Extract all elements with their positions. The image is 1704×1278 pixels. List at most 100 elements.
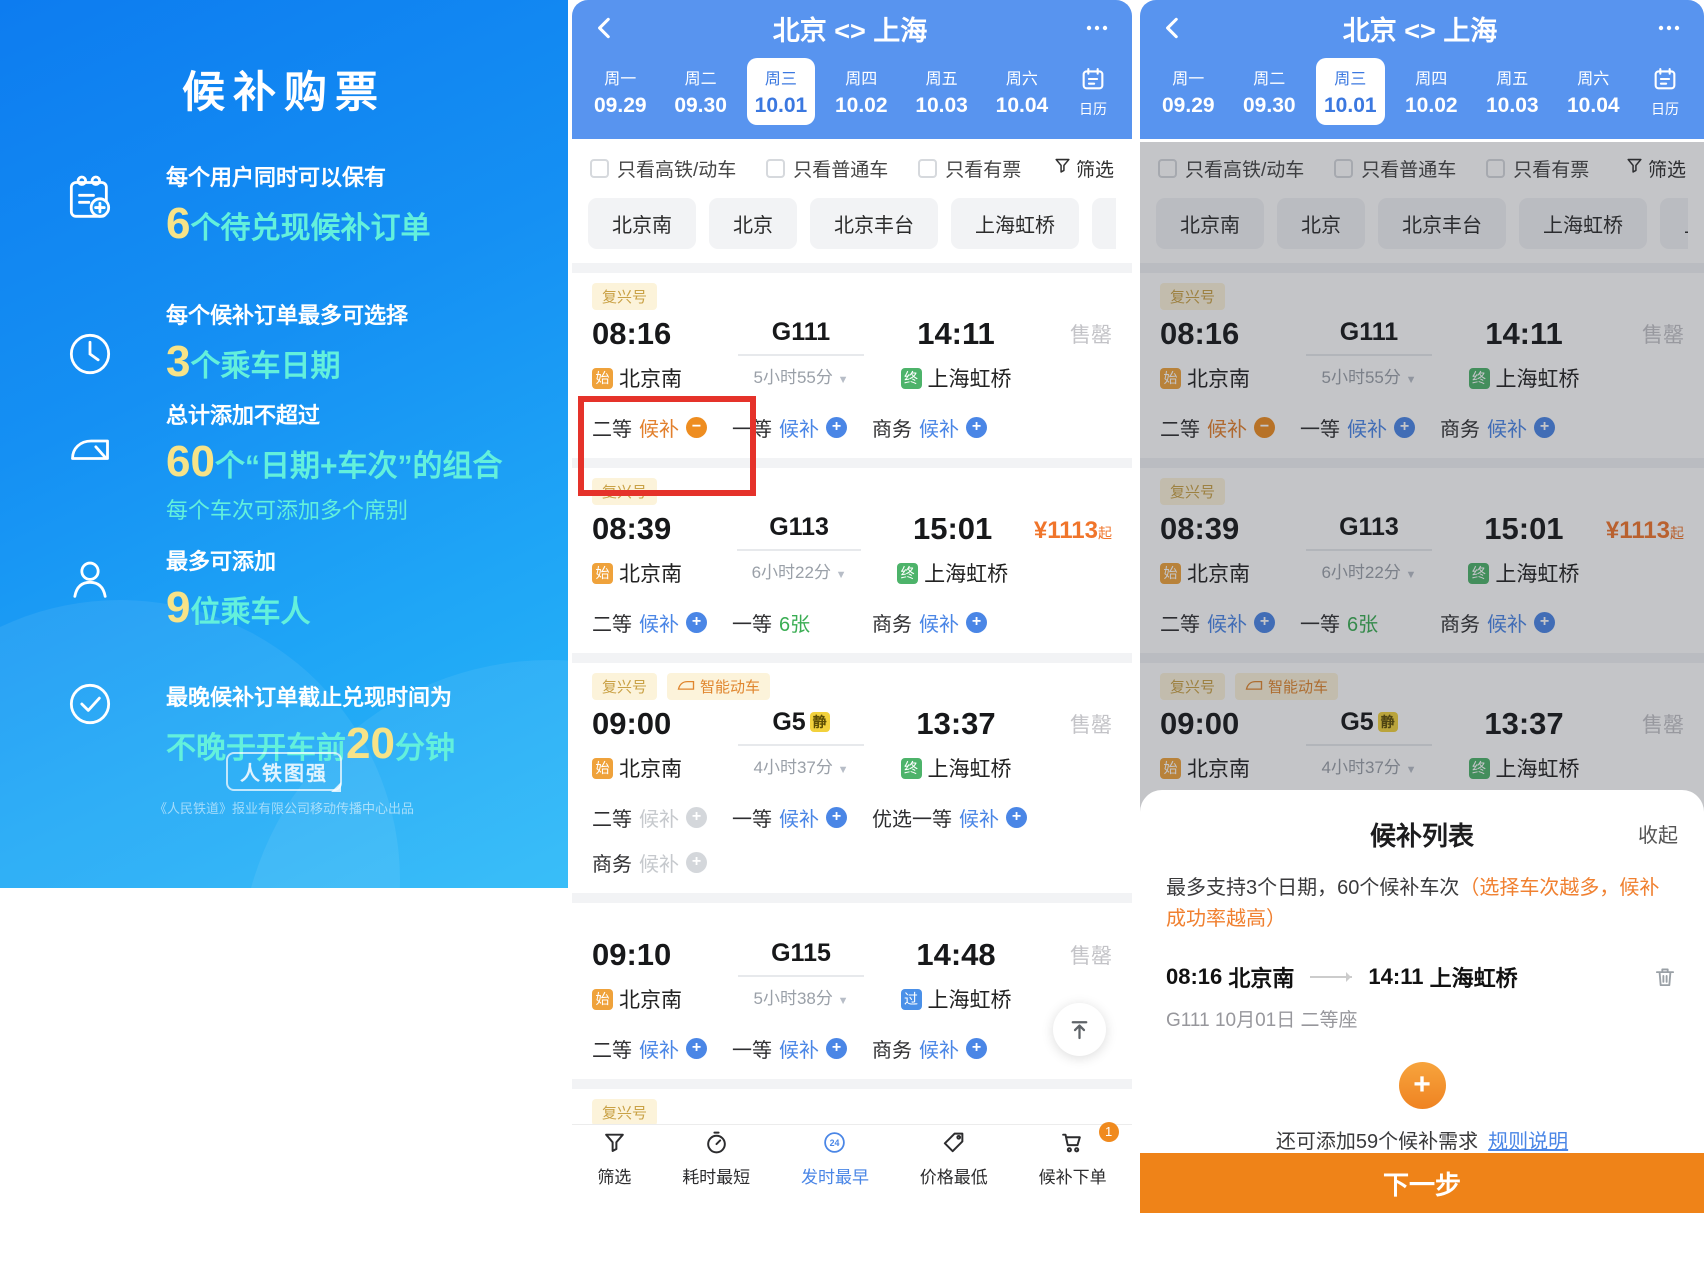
plus-circle-icon[interactable]: + bbox=[686, 807, 707, 828]
plus-circle-icon[interactable]: + bbox=[686, 852, 707, 873]
train-row-card[interactable]: 复兴号智能动车09:00始北京南G5静4小时37分 ▼13:37终上海虹桥售罄二… bbox=[572, 663, 1132, 893]
date-tab[interactable]: 周六10.04 bbox=[988, 58, 1057, 125]
delete-entry-button[interactable] bbox=[1652, 964, 1678, 990]
departure-time: 08:16 bbox=[592, 314, 728, 354]
plus-circle-icon[interactable]: + bbox=[826, 807, 847, 828]
date-tab[interactable]: 周二09.30 bbox=[666, 58, 735, 125]
filter-checkbox[interactable] bbox=[590, 159, 609, 178]
seat-waitlist-toggle[interactable]: 二等候补− bbox=[592, 413, 732, 442]
seat-waitlist-toggle[interactable]: 一等候补+ bbox=[732, 1034, 872, 1063]
seat-waitlist-toggle[interactable]: 一等候补+ bbox=[732, 803, 872, 832]
station-chip[interactable]: 北京丰台 bbox=[810, 198, 938, 249]
train-code-wrap: G115 bbox=[738, 935, 864, 977]
arrival-time: 13:37 bbox=[874, 704, 1038, 744]
arrival-time: 14:48 bbox=[874, 935, 1038, 975]
more-menu-button[interactable] bbox=[1082, 15, 1112, 41]
calendar-icon[interactable] bbox=[1079, 80, 1107, 97]
seat-waitlist-toggle[interactable]: 商务候补+ bbox=[872, 608, 1012, 637]
waitlist-entry-row[interactable]: 08:16 北京南 14:11 上海虹桥 bbox=[1166, 961, 1678, 993]
duration-dropdown[interactable]: 5小时38分 ▼ bbox=[728, 984, 874, 1009]
price-tag-icon bbox=[941, 1130, 966, 1160]
date-dow: 周六 bbox=[1567, 65, 1620, 89]
plus-circle-icon[interactable]: + bbox=[966, 1038, 987, 1059]
date-tab[interactable]: 周六10.04 bbox=[1559, 58, 1628, 125]
plus-circle-icon[interactable]: + bbox=[686, 612, 707, 633]
date-tab[interactable]: 周四10.02 bbox=[1397, 58, 1466, 125]
plus-circle-icon[interactable]: + bbox=[826, 417, 847, 438]
person-icon bbox=[62, 552, 118, 608]
date-tab[interactable]: 周二09.30 bbox=[1235, 58, 1304, 125]
departure-column: 08:16始北京南 bbox=[592, 314, 728, 393]
tab-发时最早[interactable]: 24发时最早 bbox=[801, 1130, 869, 1188]
date-tab[interactable]: 周一09.29 bbox=[586, 58, 655, 125]
filter-checkbox[interactable] bbox=[918, 159, 937, 178]
tab-耗时最短[interactable]: 耗时最短 bbox=[682, 1130, 750, 1188]
duration-dropdown[interactable]: 4小时37分 ▼ bbox=[728, 753, 874, 778]
train-row-card[interactable]: 09:10始北京南G1155小时38分 ▼14:48过上海虹桥售罄二等候补+一等… bbox=[572, 903, 1132, 1079]
date-tab[interactable]: 周三10.01 bbox=[747, 58, 816, 125]
filter-button[interactable]: 筛选 bbox=[1053, 155, 1114, 182]
seat-waitlist-toggle[interactable]: 一等6张 bbox=[732, 608, 872, 637]
train-mini-icon[interactable] bbox=[677, 678, 695, 695]
seat-waitlist-toggle[interactable]: 商务候补+ bbox=[872, 1034, 1012, 1063]
station-chip[interactable]: 上 bbox=[1092, 198, 1116, 249]
funnel-icon[interactable] bbox=[1053, 156, 1072, 181]
back-button[interactable] bbox=[592, 15, 618, 41]
date-dow: 周二 bbox=[1243, 65, 1296, 89]
station-chip[interactable]: 北京 bbox=[709, 198, 797, 249]
plus-circle-icon[interactable]: + bbox=[966, 612, 987, 633]
filter-checkbox[interactable] bbox=[766, 159, 785, 178]
date-tab[interactable]: 周五10.03 bbox=[1478, 58, 1547, 125]
station-chip[interactable]: 北京南 bbox=[588, 198, 696, 249]
tab-候补下单[interactable]: 候补下单1 bbox=[1039, 1130, 1107, 1188]
minus-circle-icon[interactable]: − bbox=[686, 417, 707, 438]
more-menu-button[interactable] bbox=[1654, 15, 1684, 41]
calendar-tab[interactable]: 日历 bbox=[1640, 65, 1690, 119]
departure-time: 09:00 bbox=[592, 704, 728, 744]
screen-title: 北京 <> 上海 bbox=[618, 9, 1082, 48]
add-waitlist-button[interactable]: + bbox=[1399, 1062, 1446, 1109]
back-to-top-button[interactable] bbox=[1053, 1003, 1106, 1056]
seat-waitlist-toggle[interactable]: 优选一等候补+ bbox=[872, 803, 1027, 832]
plus-circle-icon[interactable]: + bbox=[1006, 807, 1027, 828]
filter-option[interactable]: 只看高铁/动车 bbox=[590, 155, 736, 182]
duration-dropdown[interactable]: 5小时55分 ▼ bbox=[728, 363, 874, 388]
seat-waitlist-toggle[interactable]: 二等候补+ bbox=[592, 608, 732, 637]
rules-link[interactable]: 规则说明 bbox=[1488, 1131, 1568, 1153]
filter-option[interactable]: 只看普通车 bbox=[766, 155, 888, 182]
price-from: ¥1113起 bbox=[1034, 511, 1112, 554]
next-step-button[interactable]: 下一步 bbox=[1140, 1153, 1704, 1213]
train-row-card[interactable]: 复兴号08:16始北京南G1115小时55分 ▼14:11终上海虹桥售罄二等候补… bbox=[572, 273, 1132, 458]
date-tab[interactable]: 周一09.29 bbox=[1154, 58, 1223, 125]
duration-dropdown[interactable]: 6小时22分 ▼ bbox=[727, 558, 872, 583]
station-chip[interactable]: 上海虹桥 bbox=[951, 198, 1079, 249]
date-tab[interactable]: 周五10.03 bbox=[907, 58, 976, 125]
plus-circle-icon[interactable]: + bbox=[686, 1038, 707, 1059]
tab-筛选[interactable]: 筛选 bbox=[597, 1130, 631, 1188]
seat-waitlist-toggle[interactable]: 商务候补+ bbox=[592, 848, 732, 877]
plus-circle-icon[interactable]: + bbox=[966, 417, 987, 438]
calendar-icon[interactable] bbox=[1651, 80, 1679, 97]
add-hint: 还可添加59个候补需求规则说明 bbox=[1166, 1125, 1678, 1154]
seat-waitlist-toggle[interactable]: 二等候补+ bbox=[592, 1034, 732, 1063]
date-tab[interactable]: 周三10.01 bbox=[1316, 58, 1385, 125]
date-dow: 周三 bbox=[755, 65, 808, 89]
poster-text-span: 20 bbox=[346, 719, 395, 768]
train-code-wrap: G113 bbox=[737, 509, 862, 551]
tab-价格最低[interactable]: 价格最低 bbox=[920, 1130, 988, 1188]
date-tab[interactable]: 周四10.02 bbox=[827, 58, 896, 125]
poster-text-span: 最晚候补订单截止兑现时间为 bbox=[166, 685, 452, 710]
collapse-button[interactable]: 收起 bbox=[1638, 819, 1678, 848]
fare-status-column: 售罄 bbox=[1038, 704, 1112, 746]
back-button[interactable] bbox=[1160, 15, 1186, 41]
filter-option[interactable]: 只看有票 bbox=[918, 155, 1021, 182]
plus-circle-icon[interactable]: + bbox=[826, 1038, 847, 1059]
seat-waitlist-toggle[interactable]: 二等候补+ bbox=[592, 803, 732, 832]
seat-value: 候补 bbox=[639, 413, 679, 442]
sheet-tip: 最多支持3个日期，60个候补车次（选择车次越多，候补成功率越高） bbox=[1166, 873, 1678, 935]
calendar-tab[interactable]: 日历 bbox=[1068, 65, 1118, 119]
poster-line: 3个乘车日期 bbox=[166, 336, 558, 393]
seat-class-label: 商务 bbox=[872, 608, 912, 637]
brand-logo: 人铁图强 bbox=[226, 752, 342, 791]
seat-waitlist-toggle[interactable]: 商务候补+ bbox=[872, 413, 1012, 442]
